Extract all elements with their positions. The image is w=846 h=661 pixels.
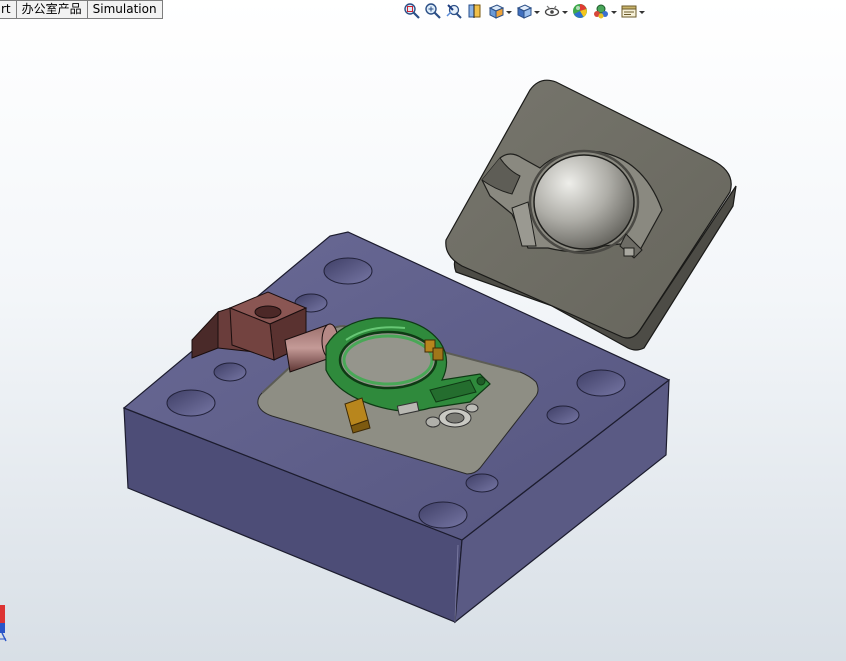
zoom-to-fit-icon: [404, 3, 420, 19]
bolt-hole: [213, 362, 247, 382]
bolt-hole: [465, 473, 499, 493]
display-style-button[interactable]: [515, 0, 540, 22]
tab-simulation[interactable]: Simulation: [87, 0, 163, 19]
previous-view-button[interactable]: [445, 0, 463, 22]
apply-scene-dropdown-icon: [611, 10, 617, 14]
view-settings-dropdown-icon: [639, 10, 645, 14]
apply-scene-button[interactable]: [592, 0, 617, 22]
bolt-hole: [576, 369, 626, 397]
view-orientation-icon: [488, 4, 505, 19]
section-view-button[interactable]: [466, 0, 484, 22]
bolt-hole: [546, 405, 580, 425]
apply-scene-icon: [594, 4, 608, 19]
view-settings-icon: [621, 5, 637, 18]
mold-assembly-3d-view[interactable]: [0, 0, 846, 661]
hide-show-dropdown-icon: [562, 10, 568, 14]
edit-appearance-button[interactable]: [571, 0, 589, 22]
dome-core: [533, 154, 635, 250]
tab-part[interactable]: rt: [0, 0, 17, 19]
previous-view-icon: [446, 4, 462, 19]
reference-triad-icon: [0, 605, 7, 642]
display-style-icon: [516, 4, 533, 19]
edit-appearance-icon: [573, 4, 587, 18]
hide-show-items-button[interactable]: [543, 0, 568, 22]
tab-office-products[interactable]: 办公室产品: [16, 0, 88, 19]
zoom-to-fit-button[interactable]: [403, 0, 421, 22]
view-orientation-button[interactable]: [487, 0, 512, 22]
heads-up-view-toolbar: [403, 0, 648, 22]
bolt-hole: [323, 257, 373, 285]
command-manager-tabs: rt 办公室产品 Simulation: [0, 0, 163, 19]
view-settings-button[interactable]: [620, 0, 645, 22]
bolt-hole: [166, 389, 216, 417]
zoom-to-area-icon: [425, 3, 441, 19]
section-view-icon: [468, 4, 481, 18]
view-orientation-dropdown-icon: [506, 10, 512, 14]
display-style-dropdown-icon: [534, 10, 540, 14]
zoom-to-area-button[interactable]: [424, 0, 442, 22]
bolt-hole: [418, 501, 468, 529]
hide-show-items-icon: [544, 5, 560, 17]
graphics-viewport[interactable]: rt 办公室产品 Simulation: [0, 0, 846, 661]
